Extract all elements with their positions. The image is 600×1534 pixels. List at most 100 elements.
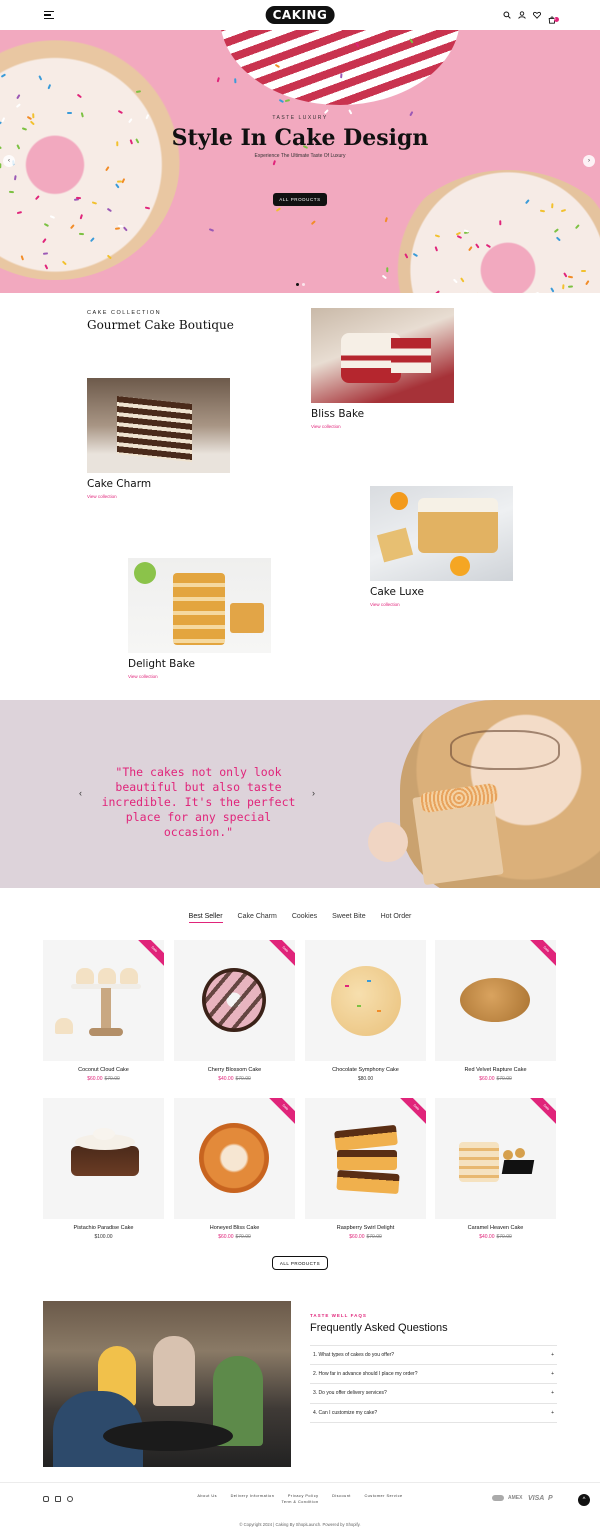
product-name[interactable]: Raspberry Swirl Delight: [305, 1225, 426, 1231]
product-price: $60.00 $70.00: [435, 1076, 556, 1082]
collection-card-cake-luxe[interactable]: Cake Luxe View collection: [370, 486, 513, 607]
product-card[interactable]: Sale Caramel Heaven Cake $40.00 $70.00: [435, 1098, 556, 1240]
plus-icon[interactable]: +: [551, 1371, 554, 1377]
all-products-button[interactable]: ALL PRODUCTS: [272, 1256, 328, 1270]
view-collection-link[interactable]: View collection: [311, 424, 454, 429]
product-image[interactable]: Sale: [174, 940, 295, 1061]
cart-button[interactable]: 0: [548, 11, 559, 24]
product-image[interactable]: Sale: [305, 1098, 426, 1219]
plus-icon[interactable]: +: [551, 1352, 554, 1358]
header-actions: 0: [503, 11, 559, 24]
footer-link-terms[interactable]: Term & Condition: [281, 1500, 318, 1504]
sale-price: $40.00: [218, 1076, 234, 1082]
sprinkle: [234, 78, 237, 84]
view-collection-link[interactable]: View collection: [370, 602, 513, 607]
sprinkle: [279, 99, 285, 103]
tab-hot-order[interactable]: Hot Order: [381, 913, 412, 923]
hero-dot-2[interactable]: [302, 283, 305, 286]
tab-best-seller[interactable]: Best Seller: [188, 913, 223, 923]
faq-item[interactable]: 1. What types of cakes do you offer? +: [310, 1345, 557, 1365]
product-card[interactable]: Sale Red Velvet Rapture Cake $60.00 $70.0…: [435, 940, 556, 1082]
collection-title: Gourmet Cake Boutique: [87, 318, 234, 332]
regular-price: $80.00: [357, 1076, 374, 1082]
collection-image-delight-bake[interactable]: [128, 558, 271, 653]
hero-next-button[interactable]: ›: [583, 155, 595, 167]
sale-badge: Sale: [397, 1098, 426, 1127]
product-name[interactable]: Coconut Cloud Cake: [43, 1067, 164, 1073]
product-card[interactable]: Sale Coconut Cloud Cake $60.00 $70.00: [43, 940, 164, 1082]
menu-icon[interactable]: [44, 11, 54, 19]
tab-cake-charm[interactable]: Cake Charm: [238, 913, 277, 923]
faq-item[interactable]: 4. Can I customize my cake? +: [310, 1404, 557, 1423]
tab-sweet-bite[interactable]: Sweet Bite: [332, 913, 365, 923]
collection-image-bliss-bake[interactable]: [311, 308, 454, 403]
hero-prev-button[interactable]: ‹: [3, 155, 15, 167]
collection-image-cake-luxe[interactable]: [370, 486, 513, 581]
sprinkle: [273, 160, 277, 166]
collection-card-bliss-bake[interactable]: Bliss Bake View collection: [311, 308, 454, 429]
faq-question[interactable]: 1. What types of cakes do you offer?: [313, 1352, 394, 1358]
user-icon[interactable]: [518, 11, 526, 19]
plus-icon[interactable]: +: [551, 1390, 554, 1396]
search-icon[interactable]: [503, 11, 511, 19]
footer-link-customer-service[interactable]: Customer Service: [364, 1494, 402, 1498]
product-name[interactable]: Pistachio Paradise Cake: [43, 1225, 164, 1231]
view-collection-link[interactable]: View collection: [128, 674, 271, 679]
tab-cookies[interactable]: Cookies: [292, 913, 317, 923]
product-image[interactable]: [305, 940, 426, 1061]
product-price: $40.00 $70.00: [174, 1076, 295, 1082]
sprinkle: [540, 209, 546, 212]
product-image[interactable]: Sale: [435, 1098, 556, 1219]
compare-price: $70.00: [366, 1234, 382, 1240]
product-name[interactable]: Cherry Blossom Cake: [174, 1067, 295, 1073]
footer-link-discount[interactable]: Discount: [332, 1494, 351, 1498]
sprinkle: [384, 217, 388, 223]
product-image[interactable]: Sale: [174, 1098, 295, 1219]
product-card[interactable]: Sale Cherry Blossom Cake $40.00 $70.00: [174, 940, 295, 1082]
collection-card-cake-charm[interactable]: Cake Charm View collection: [87, 378, 230, 499]
faq-question[interactable]: 2. How far in advance should I place my …: [313, 1371, 418, 1377]
product-image[interactable]: [43, 1098, 164, 1219]
plus-icon[interactable]: +: [551, 1410, 554, 1416]
product-card[interactable]: Sale Raspberry Swirl Delight $60.00 $70.0…: [305, 1098, 426, 1240]
heart-icon[interactable]: [533, 11, 541, 19]
faq-question[interactable]: 4. Can I customize my cake?: [313, 1410, 377, 1416]
product-name[interactable]: Red Velvet Rapture Cake: [435, 1067, 556, 1073]
product-image[interactable]: Sale: [43, 940, 164, 1061]
testimonial-prev-button[interactable]: ‹: [79, 788, 82, 798]
sprinkle: [562, 284, 565, 290]
sale-badge: Sale: [266, 940, 295, 969]
testimonial-next-button[interactable]: ›: [312, 788, 315, 798]
collection-name[interactable]: Cake Luxe: [370, 586, 513, 598]
product-image[interactable]: Sale: [435, 940, 556, 1061]
faq-item[interactable]: 2. How far in advance should I place my …: [310, 1365, 557, 1384]
view-collection-link[interactable]: View collection: [87, 494, 230, 499]
product-name[interactable]: Chocolate Symphony Cake: [305, 1067, 426, 1073]
sprinkle: [115, 227, 121, 230]
hero-all-products-button[interactable]: ALL PRODUCTS: [273, 193, 327, 206]
collection-name[interactable]: Bliss Bake: [311, 408, 454, 420]
product-card[interactable]: Chocolate Symphony Cake $80.00: [305, 940, 426, 1082]
footer-links: About Us Delivery Information Privacy Po…: [190, 1493, 410, 1505]
collection-image-cake-charm[interactable]: [87, 378, 230, 473]
product-name[interactable]: Caramel Heaven Cake: [435, 1225, 556, 1231]
footer-link-about[interactable]: About Us: [197, 1494, 217, 1498]
product-name[interactable]: Honeyed Bliss Cake: [174, 1225, 295, 1231]
site-logo[interactable]: CAKING: [265, 6, 335, 24]
faq-question[interactable]: 3. Do you offer delivery services?: [313, 1390, 387, 1396]
sale-price: $60.00: [349, 1234, 365, 1240]
footer-link-privacy[interactable]: Privacy Policy: [288, 1494, 319, 1498]
instagram-icon[interactable]: [43, 1496, 49, 1502]
faq-item[interactable]: 3. Do you offer delivery services? +: [310, 1384, 557, 1404]
product-card[interactable]: Sale Honeyed Bliss Cake $60.00 $70.00: [174, 1098, 295, 1240]
scroll-to-top-button[interactable]: ^: [578, 1494, 590, 1506]
email-icon[interactable]: [55, 1496, 61, 1502]
testimonial-photo-glasses: [450, 730, 560, 770]
footer-link-delivery[interactable]: Delivery Information: [231, 1494, 275, 1498]
collection-name[interactable]: Delight Bake: [128, 658, 271, 670]
collection-name[interactable]: Cake Charm: [87, 478, 230, 490]
collection-card-delight-bake[interactable]: Delight Bake View collection: [128, 558, 271, 679]
pinterest-icon[interactable]: [67, 1496, 73, 1502]
product-card[interactable]: Pistachio Paradise Cake $100.00: [43, 1098, 164, 1240]
hero-dot-1[interactable]: [296, 283, 299, 286]
